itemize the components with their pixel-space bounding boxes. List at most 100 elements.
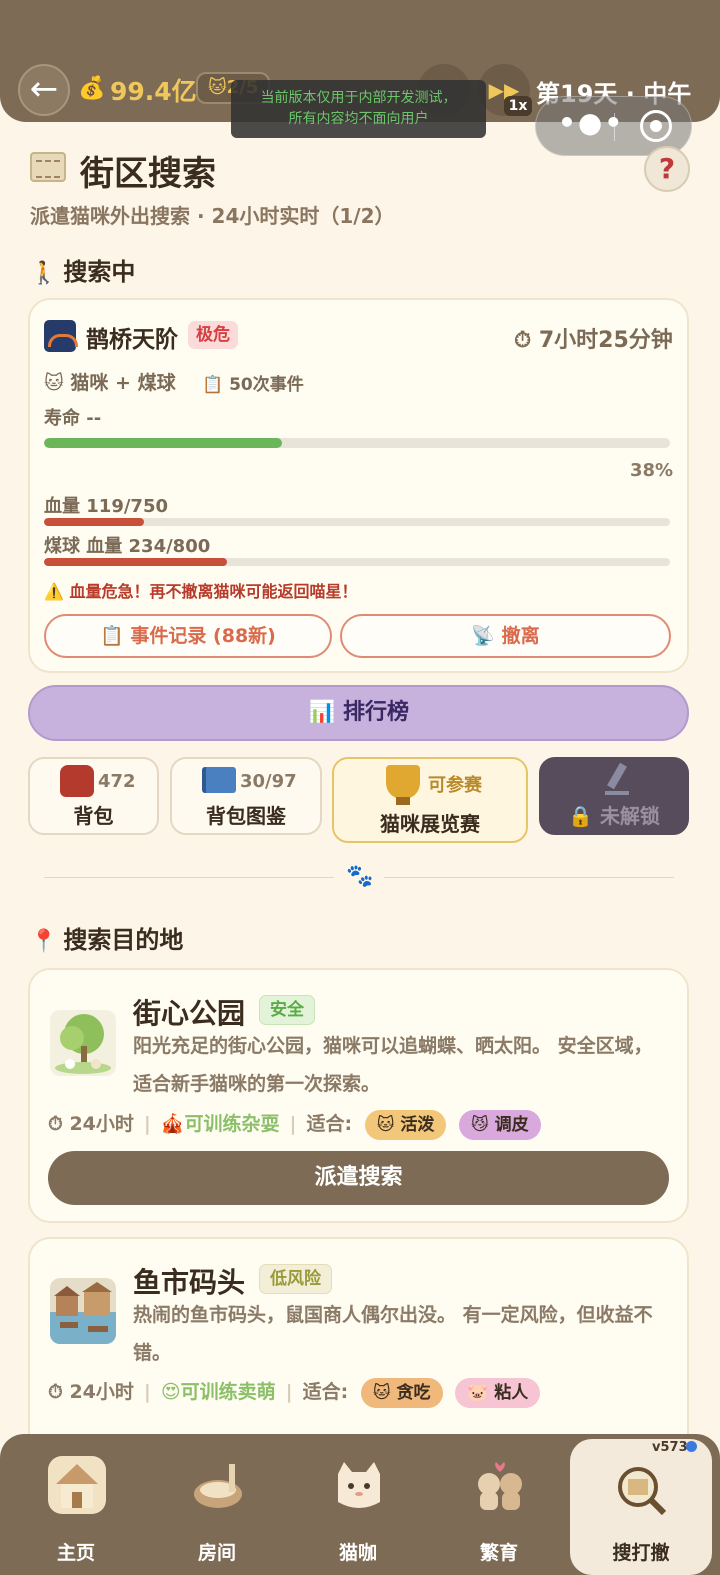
cat-cup-icon	[330, 1456, 388, 1514]
cat-show-status: 可参赛	[428, 775, 482, 796]
nav-breed[interactable]: 繁育	[429, 1434, 569, 1575]
duration: 24小时	[69, 1113, 134, 1135]
cat-face-icon: 🐱	[372, 1382, 397, 1403]
locked-label: 🔒 未解锁	[568, 804, 660, 828]
fish-market-image	[50, 1278, 116, 1344]
book-icon	[202, 767, 236, 793]
danger-badge: 极危	[188, 321, 238, 349]
park-image	[50, 1010, 116, 1076]
paw-icon: 🐾	[346, 864, 374, 889]
walking-icon: 🚶	[30, 261, 58, 286]
back-button[interactable]: ←	[18, 64, 70, 116]
duration: 24小时	[69, 1381, 134, 1403]
nav-search[interactable]: 搜打撤	[570, 1439, 712, 1575]
collection-count: 30/97	[240, 771, 297, 792]
dev-banner-line2: 所有内容均不面向用户	[288, 111, 429, 127]
microscope-icon	[601, 763, 631, 797]
destination-meta: ⏱ 24小时 | 😍可训练卖萌 | 适合: 🐱 贪吃 🐷 粘人	[48, 1377, 541, 1408]
search-timer: ⏱ 7小时25分钟	[514, 328, 673, 353]
destination-desc: 阳光充足的街心公园，猫咪可以追蝴蝶、晒太阳。 安全区域，适合新手猫咪的第一次探索…	[133, 1035, 653, 1095]
pin-icon: 📍	[30, 929, 58, 954]
lock-icon: 🔒	[568, 804, 600, 828]
fit-label: 适合:	[302, 1381, 349, 1403]
train-skill: 😍可训练卖萌	[160, 1381, 276, 1403]
event-log-button[interactable]: 📋 事件记录 (88新)	[44, 614, 332, 658]
trait-chip: 😼 调皮	[458, 1109, 541, 1140]
backpack-icon	[60, 765, 94, 797]
version-label: v573	[652, 1440, 688, 1455]
coin-balance: 99.4亿	[110, 77, 197, 106]
cat-face-icon: 😼	[470, 1114, 495, 1135]
magnifier-map-icon	[612, 1461, 670, 1519]
pet-hp-fill	[44, 558, 228, 566]
dispatch-button[interactable]: 派遣搜索	[48, 1151, 669, 1205]
cat-face-icon: 🐱	[376, 1114, 401, 1135]
heart-eyes-icon: 😍	[160, 1381, 181, 1403]
life-label: 寿命 --	[44, 408, 102, 429]
trait-chip: 🐱 活泼	[364, 1109, 447, 1140]
collection-tile[interactable]: 30/97 背包图鉴	[170, 757, 322, 835]
cat-hp-bar	[44, 518, 670, 526]
coin-bag-icon: 💰	[78, 76, 106, 101]
search-progress-bar	[44, 438, 670, 448]
circus-tent-icon: 🎪	[160, 1113, 185, 1135]
stopwatch-icon: ⏱	[48, 1381, 70, 1403]
pet-hp-label: 煤球 血量 234/800	[44, 536, 211, 557]
cat-hp-fill	[44, 518, 144, 526]
searching-section-title: 🚶 搜索中	[30, 258, 136, 286]
nav-cafe[interactable]: 猫咖	[288, 1434, 428, 1575]
speed-indicator: 1x	[504, 96, 532, 116]
stopwatch-icon: ⏱	[514, 328, 539, 353]
destination-meta: ⏱ 24小时 | 🎪可训练杂耍 | 适合: 🐱 活泼 😼 调皮	[48, 1109, 541, 1140]
collection-label: 背包图鉴	[206, 804, 286, 828]
backpack-label: 背包	[73, 804, 114, 828]
bottom-nav: 主页 房间 猫咖 繁育 搜打撤	[0, 1434, 720, 1575]
capsule-divider	[614, 113, 615, 141]
clipboard-icon: 📋	[100, 625, 131, 647]
nav-room-label: 房间	[197, 1542, 236, 1564]
cat-couple-icon	[471, 1456, 529, 1514]
page-subtitle: 派遣猫咪外出搜索 · 24小时实时（1/2）	[30, 204, 395, 228]
cat-show-label: 猫咪展览赛	[380, 812, 480, 836]
cat-hp-label: 血量 119/750	[44, 496, 168, 517]
train-skill: 🎪可训练杂耍	[160, 1113, 280, 1135]
bar-chart-icon: 📊	[307, 700, 344, 725]
nav-room[interactable]: 房间	[147, 1434, 287, 1575]
section-divider-left	[44, 877, 334, 878]
satellite-icon: 📡	[471, 625, 502, 647]
nav-search-label: 搜打撤	[612, 1542, 670, 1564]
search-team: 🐱 猫咪 + 煤球	[44, 372, 176, 394]
leaderboard-button[interactable]: 📊 排行榜	[28, 685, 689, 741]
destination-name: 街心公园	[133, 997, 246, 1030]
pet-hp-bar	[44, 558, 670, 566]
page-title: 街区搜索	[80, 154, 216, 194]
fit-label: 适合:	[306, 1113, 353, 1135]
cat-show-tile[interactable]: 可参赛 猫咪展览赛	[332, 757, 528, 843]
risk-badge: 安全	[259, 995, 315, 1025]
destinations-section-title: 📍 搜索目的地	[30, 926, 184, 954]
arrow-left-icon: ←	[29, 69, 59, 109]
more-dots-icon[interactable]: •●•	[558, 109, 622, 145]
cat-face-icon: 🐱	[44, 372, 71, 394]
nav-home-label: 主页	[56, 1542, 95, 1564]
stopwatch-icon: ⏱	[48, 1113, 70, 1135]
nav-home[interactable]: 主页	[6, 1434, 146, 1575]
cat-bed-icon	[189, 1456, 247, 1514]
house-icon	[48, 1456, 106, 1514]
hp-warning: ⚠️ 血量危急！再不撤离猫咪可能返回喵星！	[44, 582, 358, 601]
section-divider-right	[384, 877, 674, 878]
pig-face-icon: 🐷	[467, 1382, 495, 1403]
retreat-button[interactable]: 📡 撤离	[340, 614, 671, 658]
destination-name: 鱼市码头	[133, 1266, 246, 1299]
destination-desc: 热闹的鱼市码头，鼠国商人偶尔出没。 有一定风险，但收益不错。	[133, 1304, 653, 1364]
backpack-tile[interactable]: 472 背包	[28, 757, 159, 835]
help-button[interactable]: ?	[644, 146, 690, 192]
search-progress-fill	[44, 438, 282, 448]
search-place-name: 鹊桥天阶	[86, 327, 178, 353]
locked-tile[interactable]: 🔒 未解锁	[539, 757, 689, 835]
close-target-icon[interactable]	[640, 110, 672, 142]
map-icon	[30, 152, 66, 182]
trophy-icon	[386, 765, 420, 805]
trait-chip: 🐱 贪吃	[360, 1377, 443, 1408]
cat-icon: 🐱	[208, 77, 227, 98]
